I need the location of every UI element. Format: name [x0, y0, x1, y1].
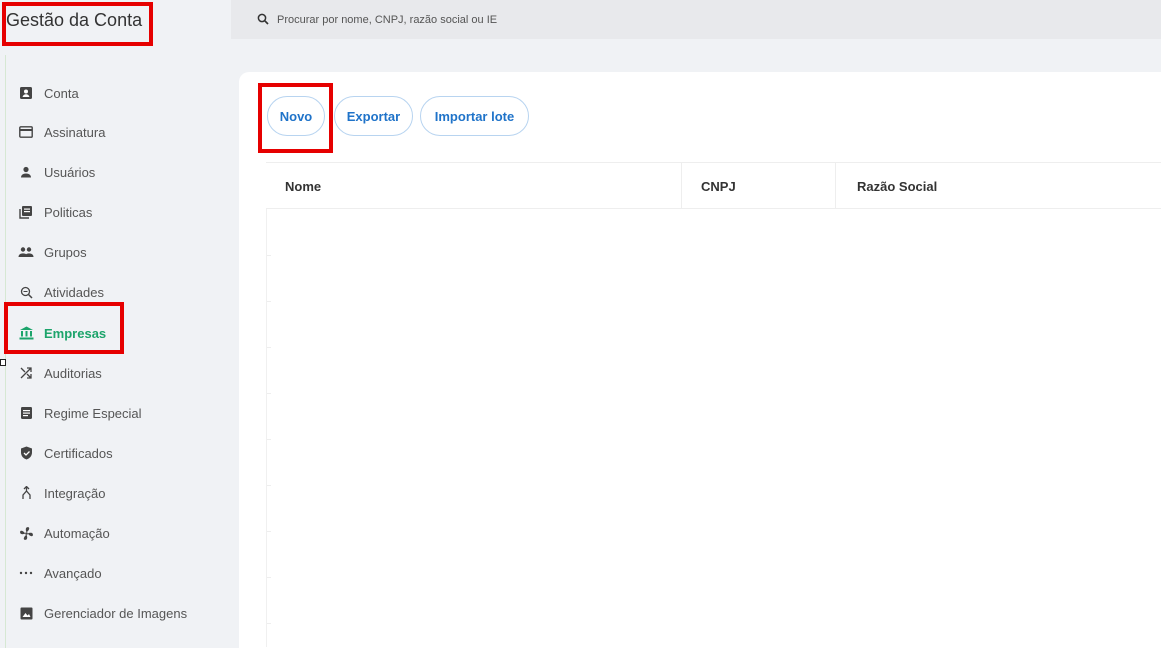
sidebar-item-label: Assinatura: [44, 124, 106, 140]
highlight-box-title: [2, 2, 153, 46]
credit-card-icon: [17, 123, 35, 141]
sidebar-item-automacao[interactable]: Automação: [17, 513, 227, 553]
magnifier-icon: [17, 283, 35, 301]
sidebar-item-conta[interactable]: Conta: [17, 73, 227, 113]
row-divider: [267, 301, 271, 302]
sidebar-item-label: Integração: [44, 485, 106, 501]
sidebar-item-label: Politicas: [44, 204, 93, 220]
sidebar-item-label: Avançado: [44, 565, 102, 581]
sidebar-item-avancado[interactable]: Avançado: [17, 553, 227, 593]
sidebar-item-auditorias[interactable]: Auditorias: [17, 353, 227, 393]
sidebar-item-label: Certificados: [44, 445, 113, 461]
sidebar: Gestão da Conta Conta Assinatura Usuário…: [0, 0, 231, 648]
document-icon: [17, 404, 35, 422]
sidebar-item-label: Regime Especial: [44, 405, 142, 421]
shuffle-icon: [17, 364, 35, 382]
account-box-icon: [17, 84, 35, 102]
resize-handle[interactable]: [0, 359, 6, 366]
policy-document-icon: [17, 203, 35, 221]
column-header-razao-social[interactable]: Razão Social: [835, 163, 937, 209]
sidebar-item-label: Automação: [44, 525, 110, 541]
shield-icon: [17, 444, 35, 462]
merge-icon: [17, 484, 35, 502]
column-header-cnpj[interactable]: CNPJ: [681, 163, 736, 209]
highlight-box-novo: [258, 83, 333, 153]
sidebar-item-certificados[interactable]: Certificados: [17, 433, 227, 473]
app-window: Gestão da Conta Conta Assinatura Usuário…: [0, 0, 1161, 648]
table-header: Nome CNPJ Razão Social: [266, 162, 1161, 209]
more-horizontal-icon: [17, 564, 35, 582]
sidebar-item-regime-especial[interactable]: Regime Especial: [17, 393, 227, 433]
highlight-box-empresas: [4, 302, 124, 354]
sidebar-item-grupos[interactable]: Grupos: [17, 232, 227, 272]
image-icon: [17, 604, 35, 622]
user-icon: [17, 163, 35, 181]
import-batch-button[interactable]: Importar lote: [420, 96, 529, 136]
sidebar-item-label: Gerenciador de Imagens: [44, 605, 188, 621]
sidebar-item-label: Conta: [44, 85, 79, 101]
fan-icon: [17, 524, 35, 542]
row-divider: [267, 347, 271, 348]
sidebar-item-label: Atividades: [44, 284, 104, 300]
column-header-nome[interactable]: Nome: [285, 163, 321, 209]
row-divider: [267, 439, 271, 440]
sidebar-item-politicas[interactable]: Politicas: [17, 192, 227, 232]
search-input[interactable]: [277, 13, 877, 26]
sidebar-item-label: Grupos: [44, 244, 87, 260]
export-button[interactable]: Exportar: [334, 96, 413, 136]
table-body: [266, 209, 1161, 647]
sidebar-item-assinatura[interactable]: Assinatura: [17, 112, 227, 152]
sidebar-item-label: Auditorias: [44, 365, 102, 381]
sidebar-item-gerenciador-de-imagens[interactable]: Gerenciador de Imagens: [17, 593, 227, 633]
row-divider: [267, 485, 271, 486]
row-divider: [267, 393, 271, 394]
search-icon: [257, 13, 271, 27]
row-divider: [267, 623, 271, 624]
group-icon: [17, 243, 35, 261]
main-panel: Novo Exportar Importar lote Nome CNPJ Ra…: [239, 72, 1161, 648]
sidebar-item-label: Usuários: [44, 164, 96, 180]
row-divider: [267, 531, 271, 532]
sidebar-item-usuarios[interactable]: Usuários: [17, 152, 227, 192]
row-divider: [267, 577, 271, 578]
companies-table: Nome CNPJ Razão Social: [266, 162, 1161, 647]
row-divider: [267, 255, 271, 256]
sidebar-item-integracao[interactable]: Integração: [17, 473, 227, 513]
search-bar: [231, 0, 1161, 39]
